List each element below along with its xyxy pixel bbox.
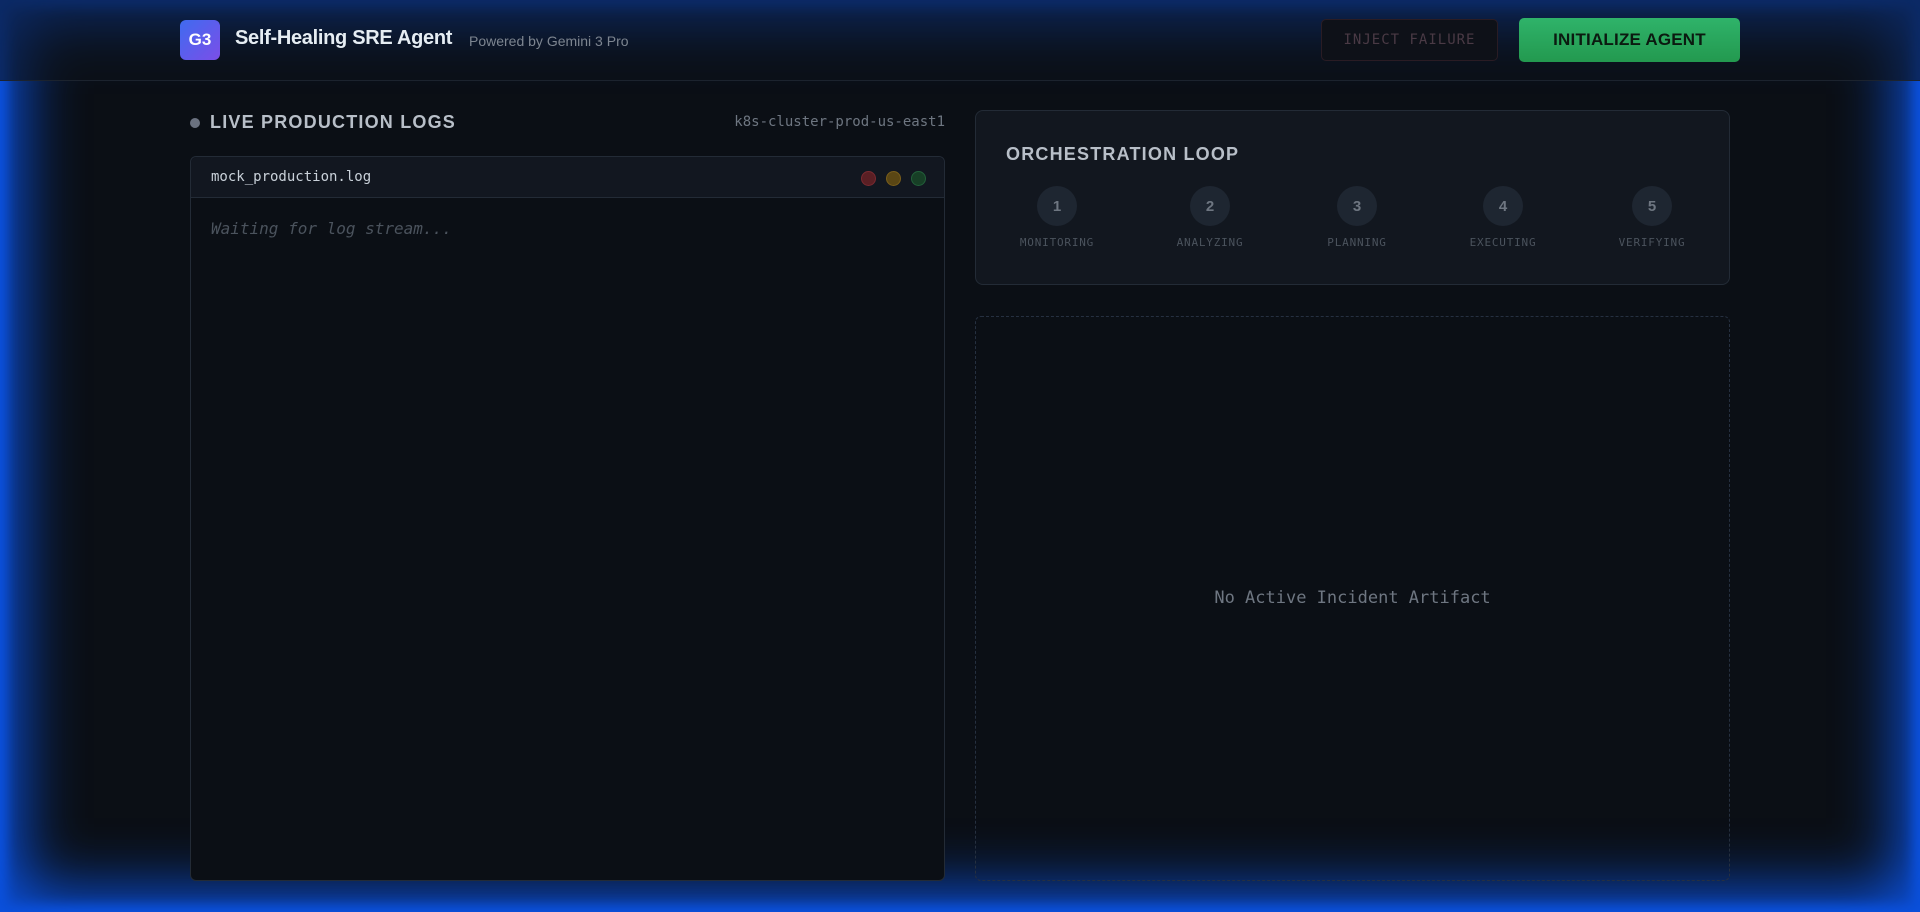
live-status-dot	[190, 118, 200, 128]
step-number: 4	[1483, 186, 1523, 226]
empty-artifact-text: No Active Incident Artifact	[1214, 588, 1491, 608]
app-viewport: G3 Self-Healing SRE Agent Powered by Gem…	[0, 0, 1920, 912]
step-number: 1	[1037, 186, 1077, 226]
step-number: 5	[1632, 186, 1672, 226]
orchestration-title: ORCHESTRATION LOOP	[1006, 144, 1240, 164]
log-filename: mock_production.log	[211, 169, 372, 185]
top-header: G3 Self-Healing SRE Agent Powered by Gem…	[0, 0, 1920, 81]
step-executing: 4 EXECUTING	[1443, 186, 1563, 249]
step-number: 2	[1190, 186, 1230, 226]
logs-section-title: LIVE PRODUCTION LOGS	[210, 112, 457, 132]
cluster-label: k8s-cluster-prod-us-east1	[734, 114, 945, 130]
step-planning: 3 PLANNING	[1297, 186, 1417, 249]
step-verifying: 5 VERIFYING	[1592, 186, 1712, 249]
app-subtitle: Powered by Gemini 3 Pro	[469, 33, 629, 49]
step-label: VERIFYING	[1618, 236, 1686, 249]
minimize-dot-icon	[886, 171, 901, 186]
step-label: EXECUTING	[1469, 236, 1537, 249]
log-titlebar: mock_production.log	[191, 157, 944, 198]
orchestration-card: ORCHESTRATION LOOP 1 MONITORING 2 ANALYZ…	[975, 110, 1730, 285]
close-dot-icon	[861, 171, 876, 186]
step-number: 3	[1337, 186, 1377, 226]
step-label: MONITORING	[1019, 236, 1095, 249]
step-label: ANALYZING	[1176, 236, 1244, 249]
step-analyzing: 2 ANALYZING	[1150, 186, 1270, 249]
app-title: Self-Healing SRE Agent	[235, 27, 453, 49]
log-stream-placeholder: Waiting for log stream...	[211, 219, 452, 238]
inject-failure-button[interactable]: INJECT FAILURE	[1321, 19, 1498, 61]
step-label: PLANNING	[1327, 236, 1387, 249]
app-logo: G3	[180, 20, 220, 60]
step-monitoring: 1 MONITORING	[997, 186, 1117, 249]
maximize-dot-icon	[911, 171, 926, 186]
initialize-agent-button[interactable]: INITIALIZE AGENT	[1519, 18, 1740, 62]
incident-artifact-panel: No Active Incident Artifact	[975, 316, 1730, 881]
log-window[interactable]: mock_production.log Waiting for log stre…	[190, 156, 945, 881]
